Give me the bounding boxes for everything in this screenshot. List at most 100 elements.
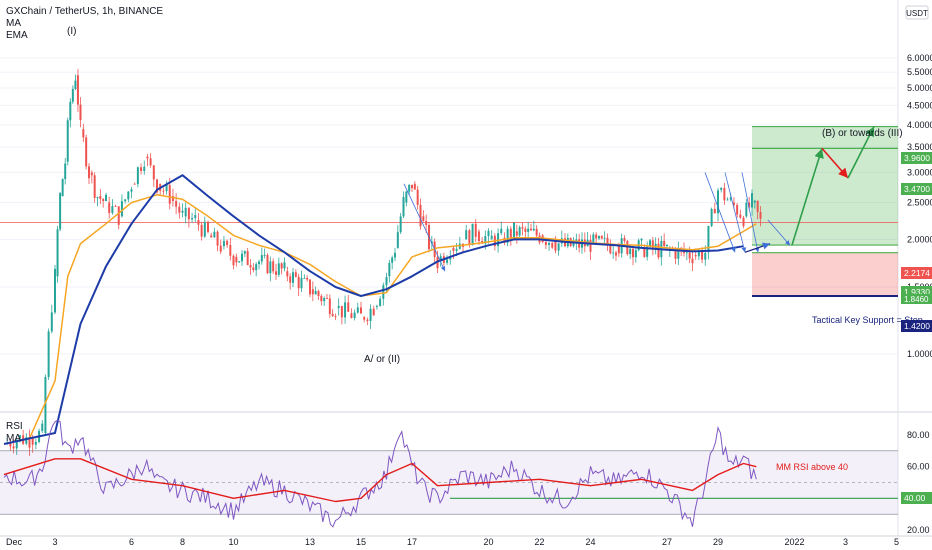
candle-body [31, 438, 34, 445]
candle-body [337, 306, 340, 309]
candle-body [609, 245, 612, 254]
price-label-target-mid: 3.4700 [901, 183, 932, 195]
candle-body [634, 250, 637, 258]
candle-body [311, 289, 314, 295]
candle-body [759, 211, 762, 219]
candle-body [187, 207, 190, 220]
x-tick-label: 15 [356, 537, 366, 547]
candle-body [331, 313, 334, 317]
candle-body [47, 331, 50, 378]
x-tick-label: 10 [228, 537, 238, 547]
candle-body [369, 308, 372, 321]
candle-body [76, 75, 79, 105]
candle-body [629, 248, 632, 255]
candle-body [289, 276, 292, 283]
candle-body [61, 179, 64, 197]
candle-body [184, 207, 187, 217]
candle-body [723, 187, 726, 201]
x-tick-label: 29 [713, 537, 723, 547]
candle-body [56, 229, 59, 277]
candle-body [34, 441, 37, 445]
target-label: (B) or towards (III) [822, 128, 903, 139]
rsi-tick-label: 20.00 [907, 525, 930, 535]
candle-body [222, 240, 225, 247]
candle-body [117, 206, 120, 225]
candle-body [344, 302, 347, 318]
candle-body [411, 184, 413, 189]
candle-body [402, 197, 405, 217]
candle-body [130, 189, 133, 192]
candle-body [213, 231, 216, 238]
candle-body [544, 241, 547, 245]
candle-body [707, 226, 710, 253]
candle-body [216, 231, 219, 246]
candle-body [396, 232, 399, 248]
candle-body [229, 245, 232, 256]
candle-body [323, 298, 326, 302]
candle-body [468, 230, 471, 246]
candle-body [416, 189, 419, 205]
candle-body [710, 208, 713, 227]
price-tag-text: 3.4700 [904, 184, 930, 194]
price-label-current: 2.2174 [901, 267, 932, 279]
candle-body [275, 271, 277, 275]
candle-body [238, 261, 241, 263]
ma-legend: MA [6, 18, 21, 29]
candle-body [366, 319, 369, 321]
candle-body [487, 230, 490, 237]
candle-body [500, 228, 503, 234]
candle-body [694, 255, 697, 257]
price-tag-text: 40.00 [904, 493, 926, 503]
candle-body [340, 306, 343, 318]
y-tick-label: 3.5000 [907, 142, 932, 152]
candle-body [181, 210, 184, 213]
candle-body [663, 240, 666, 246]
candle-body [203, 221, 206, 237]
candle-body [320, 296, 323, 302]
candle-body [640, 238, 643, 241]
candle-body [200, 224, 203, 237]
y-tick-label: 4.0000 [907, 120, 932, 130]
currency-label: USDT [906, 9, 928, 18]
candle-body [124, 199, 127, 202]
chart-root: 1.00001.50002.00002.50003.00003.50004.00… [0, 0, 932, 550]
x-tick-label: 20 [483, 537, 493, 547]
candle-body [688, 252, 691, 259]
y-tick-label: 4.5000 [907, 100, 932, 110]
rsi-tick-label: 60.00 [907, 462, 930, 472]
y-tick-label: 2.5000 [907, 198, 932, 208]
candle-body [632, 248, 634, 258]
candle-body [162, 190, 165, 192]
x-tick-label: 13 [305, 537, 315, 547]
candle-body [701, 251, 704, 260]
candle-body [490, 235, 493, 240]
candle-body [363, 317, 366, 320]
candle-body [736, 205, 739, 215]
candle-body [317, 290, 320, 297]
candle-body [713, 208, 716, 214]
candle-body [600, 236, 603, 239]
candle-body [50, 312, 53, 332]
candle-body [347, 302, 350, 312]
x-tick-label: 22 [534, 537, 544, 547]
candle-body [425, 221, 428, 226]
price-label-entry-low: 1.8460 [901, 294, 932, 304]
stop-zone [752, 252, 898, 297]
candle-body [598, 236, 600, 239]
candle-body [246, 251, 249, 266]
candle-body [615, 252, 617, 256]
candle-body [90, 172, 93, 176]
candle-body [286, 271, 289, 277]
candle-body [388, 262, 391, 277]
candle-body [241, 253, 243, 262]
candle-body [292, 272, 294, 283]
candle-body [252, 267, 255, 271]
candle-body [626, 241, 629, 255]
candle-body [413, 183, 416, 190]
candle-body [269, 261, 272, 274]
candle-body [114, 206, 117, 207]
candle-body [66, 120, 69, 162]
candle-body [666, 244, 668, 246]
x-tick-label: 3 [843, 537, 848, 547]
candle-body [165, 185, 168, 192]
